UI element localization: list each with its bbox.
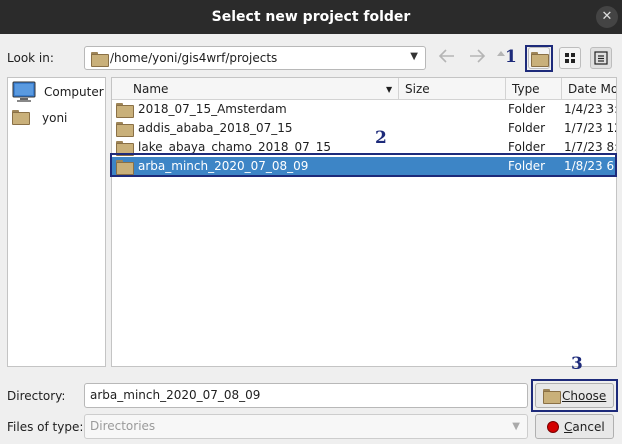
sort-down-icon: ▼ — [386, 85, 393, 94]
table-row[interactable]: 2018_07_15_Amsterdam Folder 1/4/23 3:27 … — [112, 100, 617, 119]
new-folder-button[interactable] — [528, 47, 550, 69]
chevron-down-icon: ▼ — [410, 51, 418, 62]
look-in-combo[interactable]: /home/yoni/gis4wrf/projects ▼ — [84, 46, 426, 70]
sidebar-item-label: Computer — [44, 85, 104, 99]
file-date: 1/7/23 8:05 PM — [564, 140, 617, 154]
computer-icon — [12, 81, 36, 102]
new-folder-icon — [531, 52, 549, 67]
file-list-header: Name ▼ Size Type Date Modified — [112, 78, 616, 100]
annotation-marker-1: 1 — [505, 47, 517, 67]
file-type: Folder — [508, 140, 546, 154]
files-of-type-combo[interactable]: Directories ▼ — [84, 414, 528, 439]
sidebar-item-yoni[interactable]: yoni — [12, 108, 67, 128]
highlight-box-selected-row — [110, 153, 617, 177]
forward-button[interactable] — [466, 48, 488, 68]
file-name: lake_abaya_chamo_2018_07_15 — [138, 140, 332, 154]
cancel-button-label: Cancel — [564, 420, 605, 434]
directory-input[interactable]: arba_minch_2020_07_08_09 — [84, 383, 528, 408]
column-header-size[interactable]: Size — [399, 78, 506, 100]
folder-icon — [116, 103, 134, 118]
file-name: 2018_07_15_Amsterdam — [138, 102, 287, 116]
files-of-type-label: Files of type: — [7, 420, 84, 434]
sidebar-item-label: yoni — [42, 111, 68, 125]
directory-label: Directory: — [7, 389, 66, 403]
cancel-icon — [547, 421, 559, 433]
choose-button-label: Choose — [562, 389, 607, 403]
places-sidebar: Computer yoni — [7, 77, 106, 367]
detail-view-icon — [594, 51, 608, 65]
column-header-name[interactable]: Name — [112, 78, 399, 100]
files-of-type-value: Directories — [90, 419, 156, 433]
cancel-rest: ancel — [572, 420, 605, 434]
column-header-type[interactable]: Type — [506, 78, 562, 100]
cancel-button[interactable]: Cancel — [535, 414, 614, 439]
folder-icon — [91, 52, 109, 67]
file-date: 1/4/23 3:27 PM — [564, 102, 617, 116]
file-type: Folder — [508, 102, 546, 116]
title-bar: Select new project folder ✕ — [0, 0, 622, 34]
chevron-down-icon: ▼ — [512, 421, 520, 432]
choose-button[interactable]: Choose — [535, 383, 614, 408]
close-button[interactable]: ✕ — [596, 6, 618, 28]
file-name: addis_ababa_2018_07_15 — [138, 121, 293, 135]
detail-view-button[interactable] — [590, 47, 612, 69]
look-in-path: /home/yoni/gis4wrf/projects — [110, 51, 278, 65]
forward-arrow-icon — [470, 49, 486, 63]
annotation-marker-2: 2 — [375, 128, 387, 148]
file-list[interactable]: Name ▼ Size Type Date Modified 2018_07_1… — [111, 77, 617, 367]
look-in-label: Look in: — [7, 51, 54, 65]
dialog-title: Select new project folder — [211, 9, 411, 25]
folder-icon — [12, 110, 32, 126]
list-view-button[interactable] — [559, 47, 581, 69]
file-type: Folder — [508, 121, 546, 135]
folder-icon — [116, 122, 134, 137]
file-date: 1/7/23 12:40 PM — [564, 121, 616, 135]
grid-view-icon — [565, 53, 575, 63]
annotation-marker-3: 3 — [571, 354, 583, 374]
column-header-date[interactable]: Date Modified — [562, 78, 616, 100]
folder-icon — [543, 389, 561, 404]
back-button[interactable] — [436, 48, 458, 68]
back-arrow-icon — [438, 49, 454, 63]
sidebar-item-computer[interactable]: Computer — [12, 81, 104, 102]
table-row[interactable]: addis_ababa_2018_07_15 Folder 1/7/23 12:… — [112, 119, 616, 138]
